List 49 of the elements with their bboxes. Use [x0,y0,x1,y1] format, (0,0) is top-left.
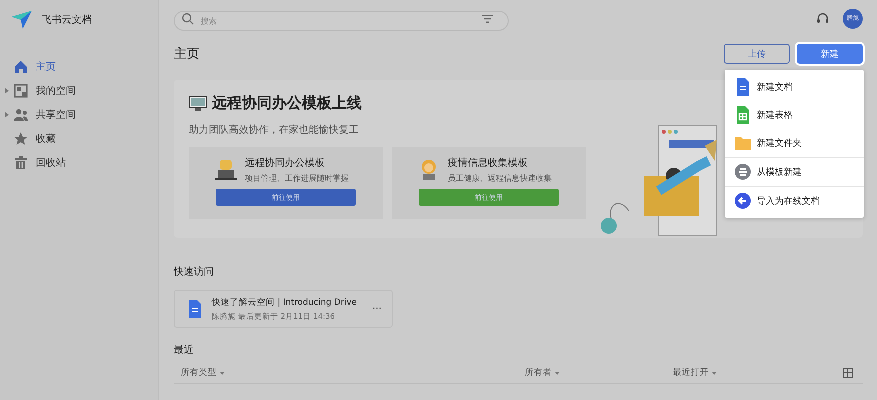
template-description: 员工健康、返程信息快速收集 [448,173,552,184]
laptop-person-icon [215,159,237,181]
sidebar-item[interactable]: 回收站 [0,151,158,175]
spreadsheet-icon [735,106,751,124]
monitor-icon [189,96,207,112]
dropdown-caret-icon [555,372,560,374]
menu-item[interactable]: 从模板新建 [725,157,864,186]
folder-icon [735,135,751,151]
column-filter[interactable]: 最近打开 [673,367,843,379]
star-icon [14,132,28,146]
people-icon [14,108,28,122]
template-icon [735,164,751,180]
document-icon [735,78,751,96]
grid-document-icon [14,84,28,98]
template-description: 项目管理、工作进展随时掌握 [245,173,349,184]
paper-plane-logo-icon [12,11,32,29]
dropdown-caret-icon [712,372,717,374]
home-icon [14,60,28,74]
headset-icon [817,12,829,24]
column-filter[interactable]: 所有类型 [181,367,525,379]
menu-item[interactable]: 新建文档 [725,73,864,101]
banner-heading: 远程协同办公模板上线 [212,94,362,113]
sidebar-item[interactable]: 主页 [0,55,158,79]
template-title: 疫情信息收集模板 [448,156,529,170]
sidebar-item[interactable]: 收藏 [0,127,158,151]
sidebar-item[interactable]: 共享空间 [0,103,158,127]
sidebar-item[interactable]: 我的空间 [0,79,158,103]
app-name: 飞书云文档 [42,14,92,27]
section-heading: 最近 [174,344,195,357]
menu-item[interactable]: 新建文件夹 [725,129,864,157]
document-title: 快速了解云空间 | Introducing Drive [212,296,358,308]
dropdown-caret-icon [220,372,225,374]
page-title: 主页 [174,46,200,63]
trash-icon [14,156,28,170]
menu-item[interactable]: 新建表格 [725,101,864,129]
search-icon [182,12,194,24]
grid-view-icon [843,368,853,378]
search-field[interactable]: 搜索 [174,11,509,31]
template-title: 远程协同办公模板 [245,156,326,170]
filter-icon [482,14,493,22]
section-heading: 快速访问 [174,266,215,279]
more-button[interactable]: ··· [372,304,382,314]
new-button[interactable]: 新建 [797,44,863,64]
banner-subtitle: 助力团队高效协作，在家也能愉快复工 [189,124,360,137]
upload-button[interactable]: 上传 [724,44,790,64]
document-icon [188,300,202,318]
column-filter[interactable]: 所有者 [525,367,673,379]
import-icon [735,193,751,209]
menu-item[interactable]: 导入为在线文档 [725,186,864,215]
